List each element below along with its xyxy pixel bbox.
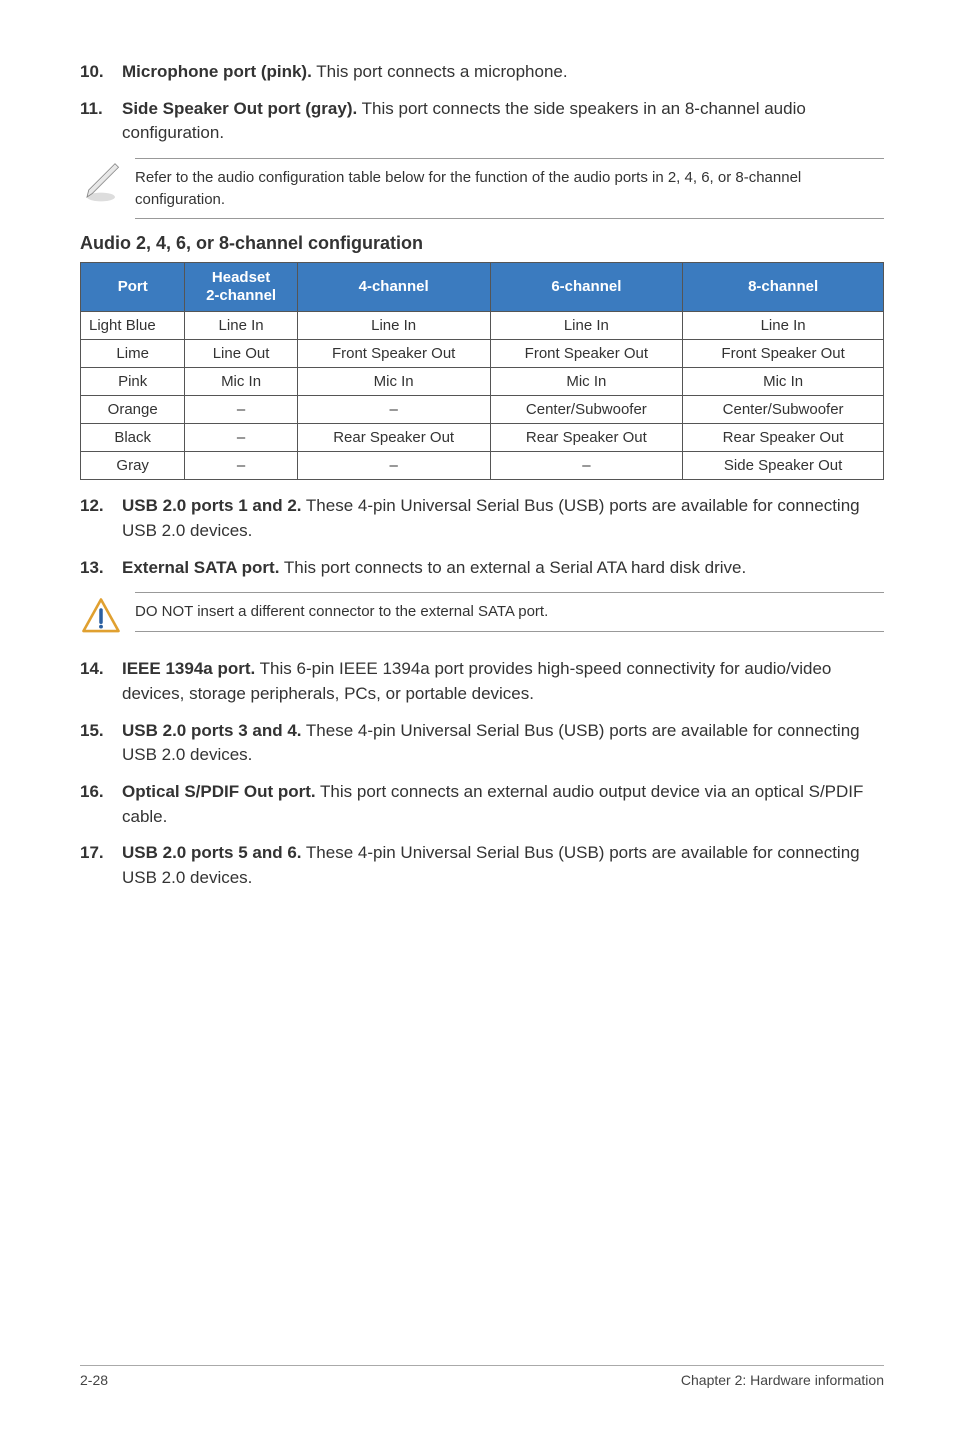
cell: Mic In: [185, 368, 297, 396]
item-body: Microphone port (pink). This port connec…: [122, 60, 884, 85]
item-number: 13.: [80, 556, 122, 581]
col-port: Port: [81, 263, 185, 312]
cell: Pink: [81, 368, 185, 396]
note-text: Refer to the audio configuration table b…: [135, 158, 884, 220]
cell: Line In: [297, 312, 490, 340]
cell: Gray: [81, 452, 185, 480]
col-2ch: Headset2-channel: [185, 263, 297, 312]
cell: –: [185, 396, 297, 424]
note-caution: DO NOT insert a different connector to t…: [80, 592, 884, 643]
table-heading: Audio 2, 4, 6, or 8-channel configuratio…: [80, 233, 884, 254]
item-title: External SATA port.: [122, 558, 279, 577]
cell: Rear Speaker Out: [683, 424, 884, 452]
col-6ch: 6-channel: [490, 263, 683, 312]
item-body: Optical S/PDIF Out port. This port conne…: [122, 780, 884, 829]
item-body: IEEE 1394a port. This 6-pin IEEE 1394a p…: [122, 657, 884, 706]
cell: –: [297, 396, 490, 424]
cell: Side Speaker Out: [683, 452, 884, 480]
item-number: 12.: [80, 494, 122, 543]
item-title: USB 2.0 ports 5 and 6.: [122, 843, 302, 862]
list-item-14: 14. IEEE 1394a port. This 6-pin IEEE 139…: [80, 657, 884, 706]
page-footer: 2-28 Chapter 2: Hardware information: [80, 1365, 884, 1388]
page-number: 2-28: [80, 1372, 108, 1388]
list-item-12: 12. USB 2.0 ports 1 and 2. These 4-pin U…: [80, 494, 884, 543]
item-number: 15.: [80, 719, 122, 768]
cell: Rear Speaker Out: [490, 424, 683, 452]
cell: Mic In: [683, 368, 884, 396]
item-body: Side Speaker Out port (gray). This port …: [122, 97, 884, 146]
table-header-row: Port Headset2-channel 4-channel 6-channe…: [81, 263, 884, 312]
list-item-13: 13. External SATA port. This port connec…: [80, 556, 884, 581]
cell: Front Speaker Out: [297, 340, 490, 368]
col-8ch: 8-channel: [683, 263, 884, 312]
cell: Lime: [81, 340, 185, 368]
table-row: Black – Rear Speaker Out Rear Speaker Ou…: [81, 424, 884, 452]
cell: Orange: [81, 396, 185, 424]
col-2ch-label: Headset2-channel: [206, 269, 276, 305]
table-row: Gray – – – Side Speaker Out: [81, 452, 884, 480]
item-body: External SATA port. This port connects t…: [122, 556, 884, 581]
cell: –: [185, 452, 297, 480]
cell: Mic In: [490, 368, 683, 396]
cell: Front Speaker Out: [490, 340, 683, 368]
item-body: USB 2.0 ports 1 and 2. These 4-pin Unive…: [122, 494, 884, 543]
table-row: Lime Line Out Front Speaker Out Front Sp…: [81, 340, 884, 368]
table-row: Light Blue Line In Line In Line In Line …: [81, 312, 884, 340]
table-row: Pink Mic In Mic In Mic In Mic In: [81, 368, 884, 396]
cell: Center/Subwoofer: [683, 396, 884, 424]
item-number: 11.: [80, 97, 122, 146]
cell: Mic In: [297, 368, 490, 396]
list-item-16: 16. Optical S/PDIF Out port. This port c…: [80, 780, 884, 829]
note-text: DO NOT insert a different connector to t…: [135, 592, 884, 632]
item-body: USB 2.0 ports 5 and 6. These 4-pin Unive…: [122, 841, 884, 890]
cell: Light Blue: [81, 312, 185, 340]
cell: Center/Subwoofer: [490, 396, 683, 424]
item-title: IEEE 1394a port.: [122, 659, 255, 678]
cell: Line In: [490, 312, 683, 340]
note-info: Refer to the audio configuration table b…: [80, 158, 884, 220]
warning-icon: [80, 592, 135, 643]
col-4ch: 4-channel: [297, 263, 490, 312]
item-number: 14.: [80, 657, 122, 706]
cell: –: [297, 452, 490, 480]
list-item-10: 10. Microphone port (pink). This port co…: [80, 60, 884, 85]
item-number: 17.: [80, 841, 122, 890]
chapter-label: Chapter 2: Hardware information: [681, 1372, 884, 1388]
cell: Black: [81, 424, 185, 452]
list-item-11: 11. Side Speaker Out port (gray). This p…: [80, 97, 884, 146]
cell: Rear Speaker Out: [297, 424, 490, 452]
audio-config-table: Port Headset2-channel 4-channel 6-channe…: [80, 262, 884, 480]
item-title: USB 2.0 ports 3 and 4.: [122, 721, 302, 740]
cell: –: [185, 424, 297, 452]
item-title: Microphone port (pink).: [122, 62, 312, 81]
cell: Line In: [185, 312, 297, 340]
cell: Front Speaker Out: [683, 340, 884, 368]
cell: Line Out: [185, 340, 297, 368]
pencil-icon: [80, 158, 135, 209]
item-desc: This port connects to an external a Seri…: [279, 558, 746, 577]
cell: –: [490, 452, 683, 480]
item-body: USB 2.0 ports 3 and 4. These 4-pin Unive…: [122, 719, 884, 768]
list-item-17: 17. USB 2.0 ports 5 and 6. These 4-pin U…: [80, 841, 884, 890]
item-number: 10.: [80, 60, 122, 85]
item-title: USB 2.0 ports 1 and 2.: [122, 496, 302, 515]
item-number: 16.: [80, 780, 122, 829]
cell: Line In: [683, 312, 884, 340]
item-title: Optical S/PDIF Out port.: [122, 782, 316, 801]
item-desc: This port connects a microphone.: [312, 62, 568, 81]
table-row: Orange – – Center/Subwoofer Center/Subwo…: [81, 396, 884, 424]
list-item-15: 15. USB 2.0 ports 3 and 4. These 4-pin U…: [80, 719, 884, 768]
item-title: Side Speaker Out port (gray).: [122, 99, 357, 118]
